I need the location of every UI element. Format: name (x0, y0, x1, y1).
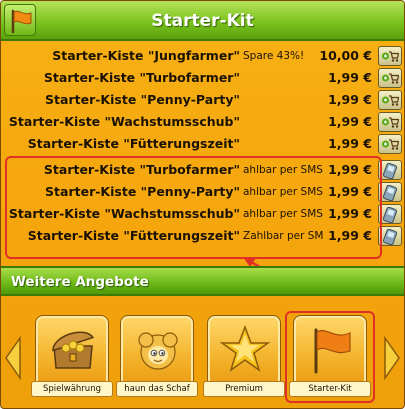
product-note: Spare 43%! (243, 50, 305, 62)
product-row: Starter-Kiste "Turbofarmer" 1,99 € (1, 67, 404, 89)
mobile-phone-icon (382, 229, 398, 245)
product-price: 1,99 € (328, 70, 372, 85)
star-icon (219, 324, 271, 372)
offer-tile-premium[interactable]: Premium (203, 315, 285, 397)
product-name: Starter-Kiste "Penny-Party" (45, 92, 240, 107)
cart-icon (382, 139, 399, 150)
further-offers-bar: Weitere Angebote (1, 266, 404, 296)
mobile-phone-icon (382, 163, 398, 179)
product-row: Starter-Kiste "Penny-Party" 1,99 € (1, 89, 404, 111)
offer-tile-spielwaehrung[interactable]: Spielwährung (31, 315, 113, 397)
tile-button[interactable] (207, 315, 281, 389)
carousel-right-arrow-icon[interactable] (383, 336, 401, 380)
product-name: Starter-Kiste "Turbofarmer" (43, 70, 240, 85)
flag-icon (4, 4, 36, 36)
cart-icon (382, 95, 399, 106)
sheep-icon (138, 332, 178, 370)
product-name: Starter-Kiste "Jungfarmer" (52, 48, 240, 63)
offer-label: Starter-Kit (289, 381, 371, 397)
offers-carousel: Spielwährung haun das Schaf Premium Star… (1, 298, 404, 408)
starter-kit-panel: Starter-Kit Starter-Kiste "Jungfarmer" S… (0, 0, 405, 409)
offer-label: haun das Schaf (116, 381, 198, 397)
flag-icon (314, 328, 351, 374)
cart-icon (382, 117, 399, 128)
add-to-cart-button[interactable] (378, 112, 402, 132)
cart-icon (382, 51, 399, 62)
title-bar: Starter-Kit (1, 1, 404, 41)
product-price: 10,00 € (319, 48, 372, 63)
product-price: 1,99 € (328, 92, 372, 107)
treasure-chest-icon (52, 331, 95, 369)
offer-label: Premium (203, 381, 285, 397)
add-to-cart-button[interactable] (378, 46, 402, 66)
product-row: Starter-Kiste "Jungfarmer" Spare 43%! 10… (1, 45, 404, 67)
add-to-cart-button[interactable] (378, 90, 402, 110)
offer-label: Spielwährung (31, 381, 113, 397)
product-price: 1,99 € (328, 136, 372, 151)
product-name: Starter-Kiste "Wachstumsschub" (8, 114, 240, 129)
tile-button[interactable] (293, 315, 367, 389)
mobile-phone-icon (382, 207, 398, 223)
section-title: Weitere Angebote (11, 274, 149, 290)
offer-tile-starter-kit[interactable]: Starter-Kit (285, 311, 375, 403)
product-row: Starter-Kiste "Wachstumsschub" 1,99 € (1, 111, 404, 133)
page-title: Starter-Kit (151, 11, 254, 31)
cart-icon (382, 73, 399, 84)
offer-tile-sheep[interactable]: haun das Schaf (116, 315, 198, 397)
product-row: Starter-Kiste "Fütterungszeit" 1,99 € (1, 133, 404, 155)
tile-button[interactable] (120, 315, 194, 389)
product-price: 1,99 € (328, 114, 372, 129)
tile-button[interactable] (35, 315, 109, 389)
add-to-cart-button[interactable] (378, 134, 402, 154)
add-to-cart-button[interactable] (378, 68, 402, 88)
carousel-left-arrow-icon[interactable] (4, 336, 22, 380)
product-name: Starter-Kiste "Fütterungszeit" (27, 136, 240, 151)
mobile-phone-icon (382, 185, 398, 201)
sms-offers-highlight (5, 156, 382, 259)
